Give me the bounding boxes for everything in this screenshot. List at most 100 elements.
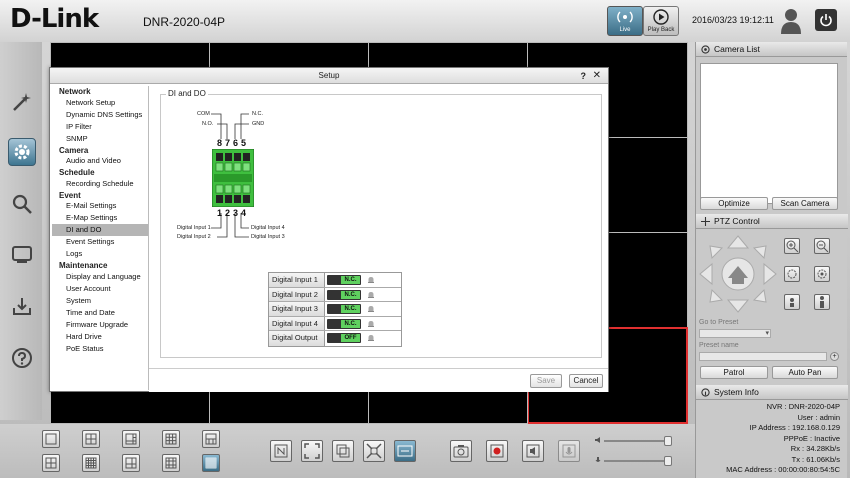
menu-group-schedule: Schedule bbox=[59, 168, 95, 177]
display-icon bbox=[12, 246, 32, 263]
alarm-bell-icon[interactable] bbox=[367, 291, 375, 299]
menu-item-di-and-do[interactable]: DI and DO bbox=[52, 224, 148, 236]
nav-download[interactable] bbox=[8, 292, 36, 320]
digital-input-3-label: Digital Input 3 bbox=[251, 234, 285, 240]
fullscreen-button[interactable] bbox=[301, 440, 323, 462]
io-status-table: Digital Input 1 N.C. Digital Input 2 N.C. Di… bbox=[268, 272, 402, 347]
nav-wizard[interactable] bbox=[8, 88, 36, 116]
playback-button[interactable]: Play Back bbox=[643, 6, 679, 36]
alarm-bell-icon[interactable] bbox=[367, 305, 375, 313]
nav-display[interactable] bbox=[8, 240, 36, 268]
sysinfo-row: PPPoE : Inactive bbox=[783, 433, 840, 443]
layout-6-button[interactable] bbox=[122, 430, 140, 448]
layout-custom-b-button[interactable] bbox=[162, 454, 180, 472]
download-icon bbox=[13, 298, 31, 315]
menu-item-e-map-settings[interactable]: E-Map Settings bbox=[52, 212, 148, 224]
focus-far-button[interactable] bbox=[814, 266, 830, 282]
layout-4-button[interactable] bbox=[82, 430, 100, 448]
menu-item-poe-status[interactable]: PoE Status bbox=[52, 343, 148, 355]
io-row: Digital Output OFF bbox=[269, 331, 401, 346]
record-button[interactable] bbox=[486, 440, 508, 462]
layout-grid-selected-button[interactable] bbox=[202, 454, 220, 472]
nav-n-button[interactable] bbox=[270, 440, 292, 462]
alarm-bell-icon[interactable] bbox=[367, 276, 375, 284]
auto-pan-button[interactable]: Auto Pan bbox=[772, 366, 838, 379]
menu-item-ip-filter[interactable]: IP Filter bbox=[52, 121, 148, 133]
zoom-out-button[interactable] bbox=[814, 238, 830, 254]
menu-item-recording-schedule[interactable]: Recording Schedule bbox=[52, 178, 148, 190]
preset-select[interactable]: ▾ bbox=[699, 329, 771, 338]
person-large-button[interactable] bbox=[814, 294, 830, 310]
camera-cell[interactable] bbox=[368, 390, 528, 424]
menu-item-firmware-upgrade[interactable]: Firmware Upgrade bbox=[52, 319, 148, 331]
chevron-down-icon: ▾ bbox=[765, 330, 769, 337]
expand-button[interactable] bbox=[363, 440, 385, 462]
cancel-button[interactable]: Cancel bbox=[569, 374, 603, 388]
layout-1-button[interactable] bbox=[42, 430, 60, 448]
camera-cell[interactable] bbox=[209, 390, 369, 424]
optimize-button[interactable]: Optimize bbox=[700, 197, 768, 210]
sequence-button[interactable] bbox=[332, 440, 354, 462]
patrol-button[interactable]: Patrol bbox=[700, 366, 768, 379]
osd-button[interactable] bbox=[394, 440, 416, 462]
menu-item-event-settings[interactable]: Event Settings bbox=[52, 236, 148, 248]
menu-item-user-account[interactable]: User Account bbox=[52, 283, 148, 295]
digital-input-1-label: Digital Input 1 bbox=[177, 225, 211, 231]
expand-icon bbox=[366, 443, 382, 459]
volume-slider[interactable] bbox=[604, 436, 672, 446]
person-small-button[interactable] bbox=[784, 294, 800, 310]
menu-item-hard-drive[interactable]: Hard Drive bbox=[52, 331, 148, 343]
nav-search[interactable] bbox=[8, 190, 36, 218]
mic-level-slider[interactable] bbox=[604, 456, 672, 466]
menu-item-snmp[interactable]: SNMP bbox=[52, 133, 148, 145]
camera-cell[interactable] bbox=[50, 390, 210, 424]
add-preset-button[interactable]: + bbox=[830, 352, 839, 361]
ptz-direction-pad[interactable] bbox=[698, 234, 778, 314]
live-view-button[interactable]: Live bbox=[607, 6, 643, 36]
mic-slider-knob[interactable] bbox=[664, 456, 672, 466]
layout-16-button[interactable] bbox=[82, 454, 100, 472]
speaker-icon bbox=[526, 444, 540, 458]
close-icon[interactable]: ✕ bbox=[593, 68, 601, 84]
io-state-toggle[interactable]: N.C. bbox=[327, 289, 361, 300]
help-icon[interactable]: ? bbox=[581, 68, 587, 84]
io-state-toggle[interactable]: N.C. bbox=[327, 318, 361, 329]
ptz-controls: Go to Preset ▾ Preset name + Patrol Auto… bbox=[696, 226, 848, 386]
layout-9-button[interactable] bbox=[162, 430, 180, 448]
menu-item-time-and-date[interactable]: Time and Date bbox=[52, 307, 148, 319]
io-state-toggle[interactable]: N.C. bbox=[327, 304, 361, 315]
fullscreen-icon bbox=[304, 443, 320, 459]
user-icon[interactable] bbox=[780, 7, 802, 35]
pin-7: 7 bbox=[225, 138, 231, 148]
save-button[interactable]: Save bbox=[530, 374, 562, 388]
zoom-in-button[interactable] bbox=[784, 238, 800, 254]
microphone-button[interactable] bbox=[558, 440, 580, 462]
preset-name-input[interactable] bbox=[699, 352, 827, 361]
camera-list-box[interactable] bbox=[700, 63, 838, 204]
menu-item-network-setup[interactable]: Network Setup bbox=[52, 97, 148, 109]
menu-item-system[interactable]: System bbox=[52, 295, 148, 307]
nav-help[interactable] bbox=[8, 344, 36, 372]
layout-10-button[interactable] bbox=[202, 430, 220, 448]
menu-item-display-and-language[interactable]: Display and Language bbox=[52, 271, 148, 283]
pin-2: 2 bbox=[225, 208, 231, 218]
audio-button[interactable] bbox=[522, 440, 544, 462]
alarm-bell-icon[interactable] bbox=[367, 320, 375, 328]
io-state-toggle[interactable]: OFF bbox=[327, 333, 361, 344]
volume-slider-knob[interactable] bbox=[664, 436, 672, 446]
setup-menu: Network Network Setup Dynamic DNS Settings… bbox=[52, 86, 149, 390]
scan-camera-button[interactable]: Scan Camera bbox=[772, 197, 838, 210]
menu-item-audio-and-video[interactable]: Audio and Video bbox=[52, 155, 148, 167]
logout-power-button[interactable] bbox=[815, 9, 837, 31]
snapshot-button[interactable] bbox=[450, 440, 472, 462]
nav-setup[interactable] bbox=[8, 138, 36, 166]
layout-custom-a-button[interactable] bbox=[122, 454, 140, 472]
top-header: D-Link DNR-2020-04P Live Play Back 2016/… bbox=[0, 0, 850, 42]
alarm-bell-icon[interactable] bbox=[367, 334, 375, 342]
menu-item-e-mail-settings[interactable]: E-Mail Settings bbox=[52, 200, 148, 212]
focus-near-button[interactable] bbox=[784, 266, 800, 282]
io-state-toggle[interactable]: N.C. bbox=[327, 275, 361, 285]
layout-13-button[interactable] bbox=[42, 454, 60, 472]
menu-item-dynamic-dns-settings[interactable]: Dynamic DNS Settings bbox=[52, 109, 148, 121]
menu-item-logs[interactable]: Logs bbox=[52, 248, 148, 260]
